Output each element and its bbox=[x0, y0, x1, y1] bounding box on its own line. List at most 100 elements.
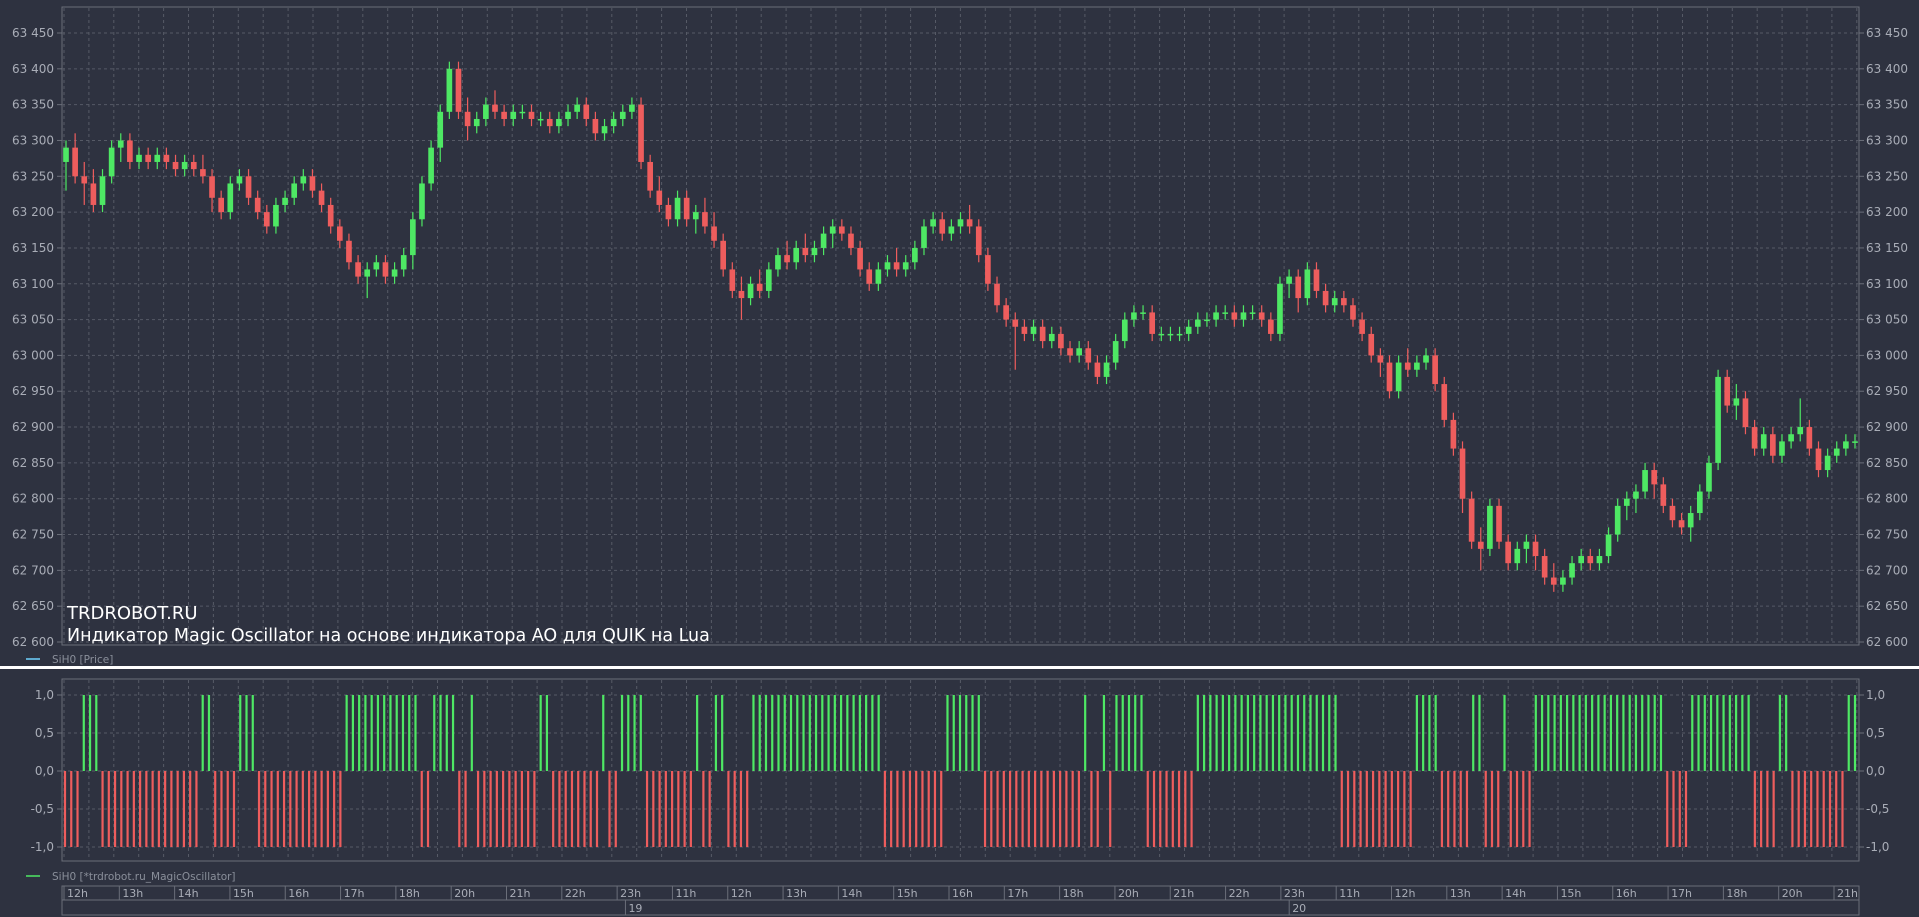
candle-down bbox=[1724, 376, 1731, 406]
candle-up bbox=[1706, 462, 1712, 492]
candle-up bbox=[181, 161, 188, 170]
candle-up bbox=[884, 262, 891, 270]
price-tick-label: 63 200 bbox=[12, 205, 54, 219]
hour-label: 18h bbox=[399, 887, 420, 900]
hour-label: 22h bbox=[565, 887, 586, 900]
osc-tick-label: -1,0 bbox=[1866, 840, 1889, 854]
candle-down bbox=[209, 176, 215, 198]
hour-label: 14h bbox=[178, 887, 199, 900]
candle-down bbox=[263, 212, 270, 227]
osc-tick-label: -0,5 bbox=[1866, 802, 1889, 816]
price-tick-label: 63 400 bbox=[1866, 62, 1908, 76]
candle-up bbox=[99, 176, 106, 205]
candle-up bbox=[747, 283, 754, 299]
candle-down bbox=[1468, 498, 1475, 542]
hour-label: 23h bbox=[620, 887, 641, 900]
candle-down bbox=[857, 247, 863, 270]
candle-up bbox=[1779, 441, 1785, 456]
price-tick-label: 63 150 bbox=[1866, 241, 1908, 255]
candle-down bbox=[1094, 362, 1101, 377]
candle-up bbox=[1185, 326, 1192, 334]
candle-up bbox=[1578, 556, 1585, 564]
candle-down bbox=[455, 68, 462, 112]
candle-down bbox=[318, 190, 325, 205]
candle-up bbox=[537, 118, 544, 121]
candle-down bbox=[966, 219, 973, 227]
candle-down bbox=[1039, 326, 1046, 342]
candle-up bbox=[483, 104, 489, 119]
candle-up bbox=[1213, 312, 1219, 320]
osc-tick-label: -0,5 bbox=[31, 802, 54, 816]
candle-up bbox=[930, 219, 936, 227]
quik-chart-window: 63 450 63 400 63 350 63 300 63 250 63 200 63 1… bbox=[0, 0, 1919, 917]
candle-up bbox=[692, 212, 699, 220]
candle-down bbox=[1149, 312, 1156, 334]
candle-down bbox=[1441, 384, 1448, 420]
candle-down bbox=[1313, 269, 1320, 291]
candle-up bbox=[1249, 312, 1256, 314]
candle-down bbox=[1459, 448, 1466, 499]
candle-down bbox=[1432, 355, 1438, 385]
candle-down bbox=[592, 118, 599, 134]
candle-down bbox=[1651, 470, 1658, 485]
candle-up bbox=[1048, 333, 1055, 342]
candle-down bbox=[720, 240, 727, 270]
candle-up bbox=[565, 111, 571, 119]
candle-down bbox=[985, 255, 991, 284]
candle-down bbox=[1505, 541, 1511, 564]
hour-label: 16h bbox=[952, 887, 973, 900]
price-tick-label: 63 050 bbox=[12, 313, 54, 327]
candle-down bbox=[1404, 362, 1411, 370]
price-chart-panel[interactable]: 63 450 63 400 63 350 63 300 63 250 63 200 63 1… bbox=[12, 6, 1908, 649]
hour-label: 20h bbox=[1782, 887, 1803, 900]
candle-up bbox=[1569, 563, 1575, 578]
candle-down bbox=[1477, 541, 1484, 549]
candle-down bbox=[81, 176, 88, 184]
oscillator-panel[interactable]: 1,0 0,5 0,0 -0,5 -1,0 1,0 0,5 0,0 -0,5 -1,0 bbox=[31, 678, 1890, 862]
candle-down bbox=[327, 204, 334, 227]
time-axis[interactable]: 12h 13h 14h 15h 16h 17h 18h 20h 21h 22h 23h 11h 12h 1… bbox=[61, 885, 1860, 916]
watermark-title: TRDROBOT.RU bbox=[66, 603, 198, 624]
price-tick-label: 63 450 bbox=[1866, 26, 1908, 40]
candle-up bbox=[921, 226, 927, 248]
hour-label: 12h bbox=[1395, 887, 1416, 900]
osc-tick-label: 0,0 bbox=[35, 764, 54, 778]
candle-down bbox=[647, 161, 653, 191]
candle-down bbox=[939, 219, 946, 234]
candle-up bbox=[556, 118, 562, 127]
candle-down bbox=[382, 262, 389, 277]
candle-down bbox=[1322, 290, 1329, 306]
price-tick-label: 62 800 bbox=[12, 492, 54, 506]
candle-down bbox=[90, 183, 97, 205]
candle-up bbox=[1560, 577, 1566, 585]
candle-up bbox=[1140, 312, 1146, 314]
candle-up bbox=[1487, 505, 1493, 549]
price-tick-label: 62 850 bbox=[12, 456, 54, 470]
candle-down bbox=[1258, 312, 1265, 320]
candle-up bbox=[1733, 398, 1740, 406]
candle-down bbox=[200, 169, 206, 177]
candle-up bbox=[902, 262, 909, 270]
candle-down bbox=[1003, 305, 1009, 320]
candle-down bbox=[1496, 505, 1502, 542]
panel-separator[interactable] bbox=[0, 666, 1919, 669]
candle-down bbox=[72, 147, 78, 177]
candle-down bbox=[848, 233, 854, 248]
candle-up bbox=[108, 147, 115, 177]
candle-down bbox=[127, 140, 133, 162]
hour-label: 15h bbox=[897, 887, 918, 900]
candle-up bbox=[236, 176, 243, 184]
hour-label: 20h bbox=[454, 887, 475, 900]
oscillator-legend[interactable]: SiH0 [*trdrobot.ru_MagicOscillator] bbox=[26, 871, 236, 883]
candle-up bbox=[1697, 491, 1703, 514]
hour-label: 18h bbox=[1063, 887, 1084, 900]
candle-up bbox=[273, 204, 279, 227]
candle-up bbox=[136, 154, 142, 162]
candle-up bbox=[1633, 491, 1639, 499]
oscillator-legend-label: SiH0 [*trdrobot.ru_MagicOscillator] bbox=[52, 871, 236, 883]
candle-down bbox=[245, 176, 252, 198]
candle-up bbox=[765, 269, 772, 291]
candle-up bbox=[1414, 362, 1420, 370]
price-tick-label: 63 300 bbox=[12, 133, 54, 147]
price-tick-label: 63 000 bbox=[12, 348, 54, 362]
